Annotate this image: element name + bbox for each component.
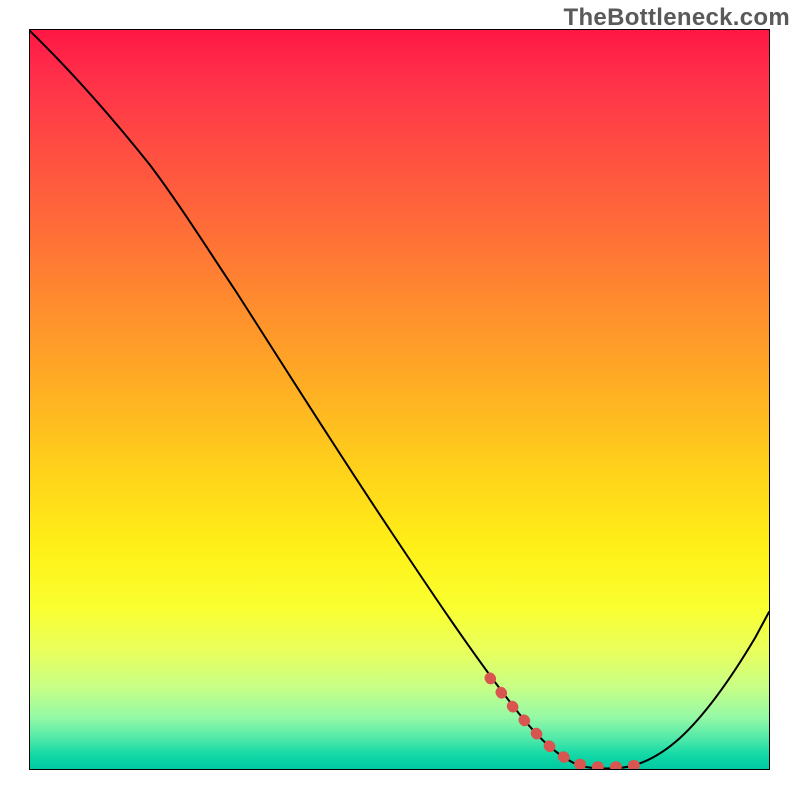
highlight-segment (490, 678, 645, 767)
bottleneck-curve (30, 31, 769, 769)
chart-stage: TheBottleneck.com (0, 0, 800, 800)
plot-area (30, 30, 769, 769)
watermark-text: TheBottleneck.com (564, 4, 790, 32)
curve-layer (30, 30, 769, 769)
